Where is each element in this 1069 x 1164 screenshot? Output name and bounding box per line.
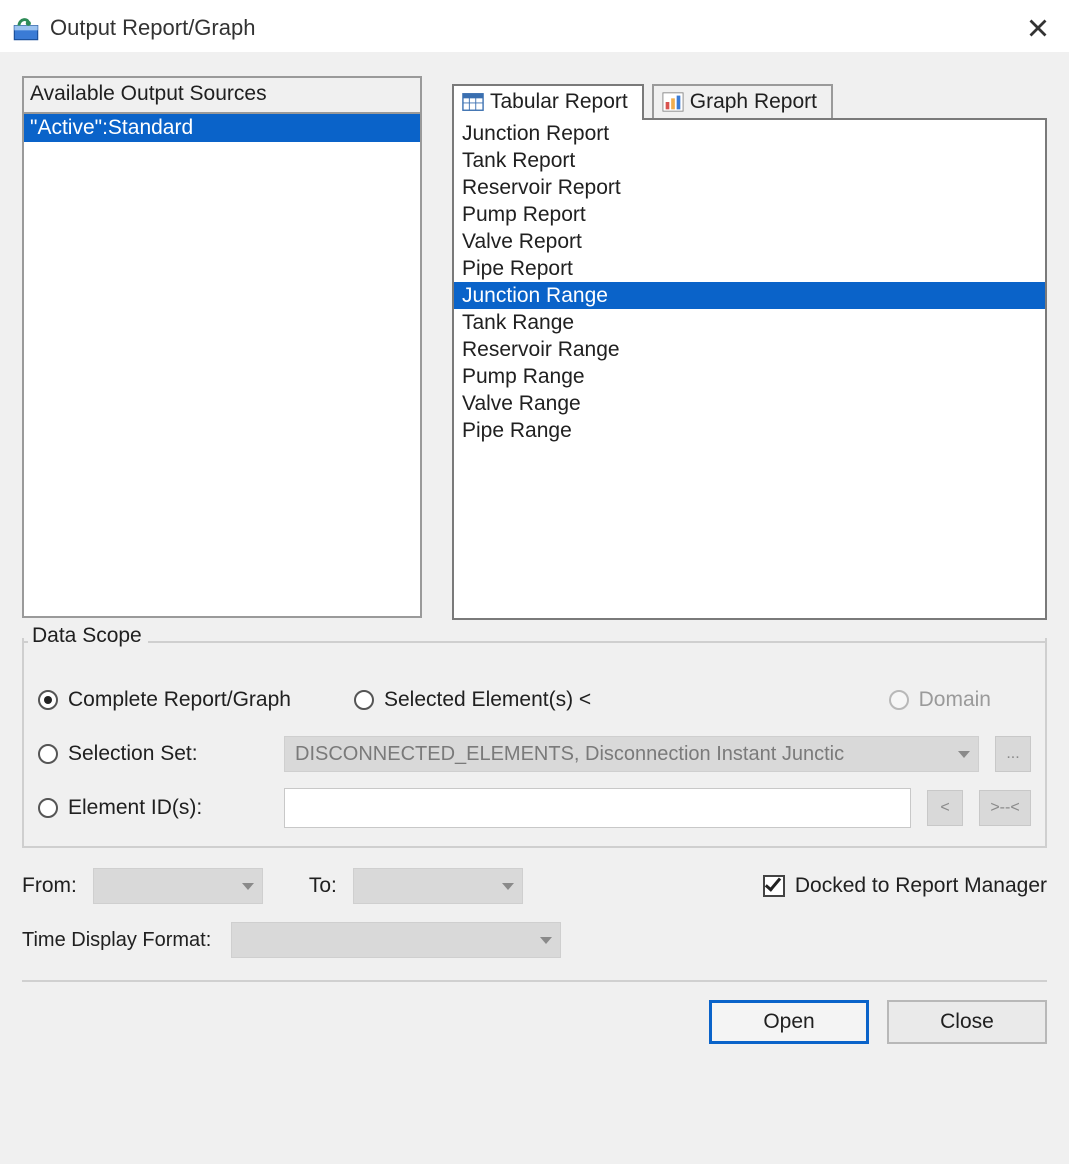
radio-dot-icon	[38, 744, 58, 764]
report-item[interactable]: Pump Report	[454, 201, 1045, 228]
radio-label: Element ID(s):	[68, 796, 202, 820]
available-output-sources-header: Available Output Sources	[22, 76, 422, 112]
available-output-sources-list[interactable]: "Active":Standard	[22, 112, 422, 618]
data-scope-group: Data Scope Complete Report/Graph Selecte…	[22, 638, 1047, 848]
tab-tabular-report[interactable]: Tabular Report	[452, 84, 644, 120]
element-ids-input[interactable]	[284, 788, 911, 828]
report-item[interactable]: Tank Range	[454, 309, 1045, 336]
available-output-sources-panel: Available Output Sources "Active":Standa…	[22, 76, 422, 618]
report-item[interactable]: Junction Report	[454, 120, 1045, 147]
radio-dot-icon	[889, 690, 909, 710]
from-combo[interactable]	[93, 868, 263, 904]
table-icon	[462, 91, 484, 113]
time-display-format-row: Time Display Format:	[22, 922, 1047, 958]
dialog-body: Available Output Sources "Active":Standa…	[0, 52, 1069, 1064]
radio-dot-icon	[354, 690, 374, 710]
dialog-buttons: Open Close	[22, 1000, 1047, 1044]
close-button[interactable]: Close	[887, 1000, 1047, 1044]
chevron-down-icon	[540, 937, 552, 944]
report-item[interactable]: Junction Range	[454, 282, 1045, 309]
report-item[interactable]: Reservoir Range	[454, 336, 1045, 363]
report-type-list[interactable]: Junction Report Tank Report Reservoir Re…	[452, 118, 1047, 620]
window-title: Output Report/Graph	[50, 15, 255, 41]
tab-label: Graph Report	[690, 90, 817, 114]
separator	[22, 980, 1047, 982]
data-scope-title: Data Scope	[28, 624, 148, 648]
radio-label: Domain	[919, 688, 991, 712]
titlebar: Output Report/Graph	[0, 0, 1069, 52]
radio-element-ids[interactable]: Element ID(s):	[38, 796, 268, 820]
tab-label: Tabular Report	[490, 90, 628, 114]
close-icon	[1028, 18, 1048, 38]
docked-checkbox[interactable]: Docked to Report Manager	[763, 874, 1047, 898]
output-source-item[interactable]: "Active":Standard	[24, 114, 420, 142]
chevron-down-icon	[242, 883, 254, 890]
element-ids-prev-button[interactable]: <	[927, 790, 963, 826]
radio-label: Complete Report/Graph	[68, 688, 291, 712]
report-item[interactable]: Valve Range	[454, 390, 1045, 417]
radio-label: Selection Set:	[68, 742, 198, 766]
chevron-down-icon	[958, 751, 970, 758]
window-close-button[interactable]	[1017, 7, 1059, 49]
reports-panel: Tabular Report Graph Report Junct	[452, 76, 1047, 620]
checkbox-icon	[763, 875, 785, 897]
radio-dot-icon	[38, 798, 58, 818]
report-item[interactable]: Tank Report	[454, 147, 1045, 174]
report-item[interactable]: Pipe Report	[454, 255, 1045, 282]
to-label: To:	[309, 874, 337, 898]
time-display-format-combo[interactable]	[231, 922, 561, 958]
time-display-format-label: Time Display Format:	[22, 929, 211, 952]
element-ids-pick-button[interactable]: >--<	[979, 790, 1031, 826]
to-combo[interactable]	[353, 868, 523, 904]
tab-graph-report[interactable]: Graph Report	[652, 84, 833, 120]
report-item[interactable]: Pump Range	[454, 363, 1045, 390]
report-item[interactable]: Valve Report	[454, 228, 1045, 255]
report-item[interactable]: Reservoir Report	[454, 174, 1045, 201]
app-icon	[12, 14, 40, 42]
chevron-down-icon	[502, 883, 514, 890]
selection-set-more-button[interactable]: ...	[995, 736, 1031, 772]
radio-complete-report[interactable]: Complete Report/Graph	[38, 688, 338, 712]
radio-selected-elements[interactable]: Selected Element(s) <	[354, 688, 654, 712]
time-range-row: From: To: Docked to Report Manager	[22, 868, 1047, 904]
checkbox-label: Docked to Report Manager	[795, 874, 1047, 898]
report-tabs: Tabular Report Graph Report	[452, 76, 1047, 120]
from-label: From:	[22, 874, 77, 898]
radio-dot-icon	[38, 690, 58, 710]
radio-label: Selected Element(s) <	[384, 688, 591, 712]
chart-icon	[662, 91, 684, 113]
selection-set-combo[interactable]: DISCONNECTED_ELEMENTS, Disconnection Ins…	[284, 736, 979, 772]
report-item[interactable]: Pipe Range	[454, 417, 1045, 444]
combo-value: DISCONNECTED_ELEMENTS, Disconnection Ins…	[295, 743, 844, 766]
radio-domain: Domain	[889, 688, 991, 712]
radio-selection-set[interactable]: Selection Set:	[38, 742, 268, 766]
open-button[interactable]: Open	[709, 1000, 869, 1044]
